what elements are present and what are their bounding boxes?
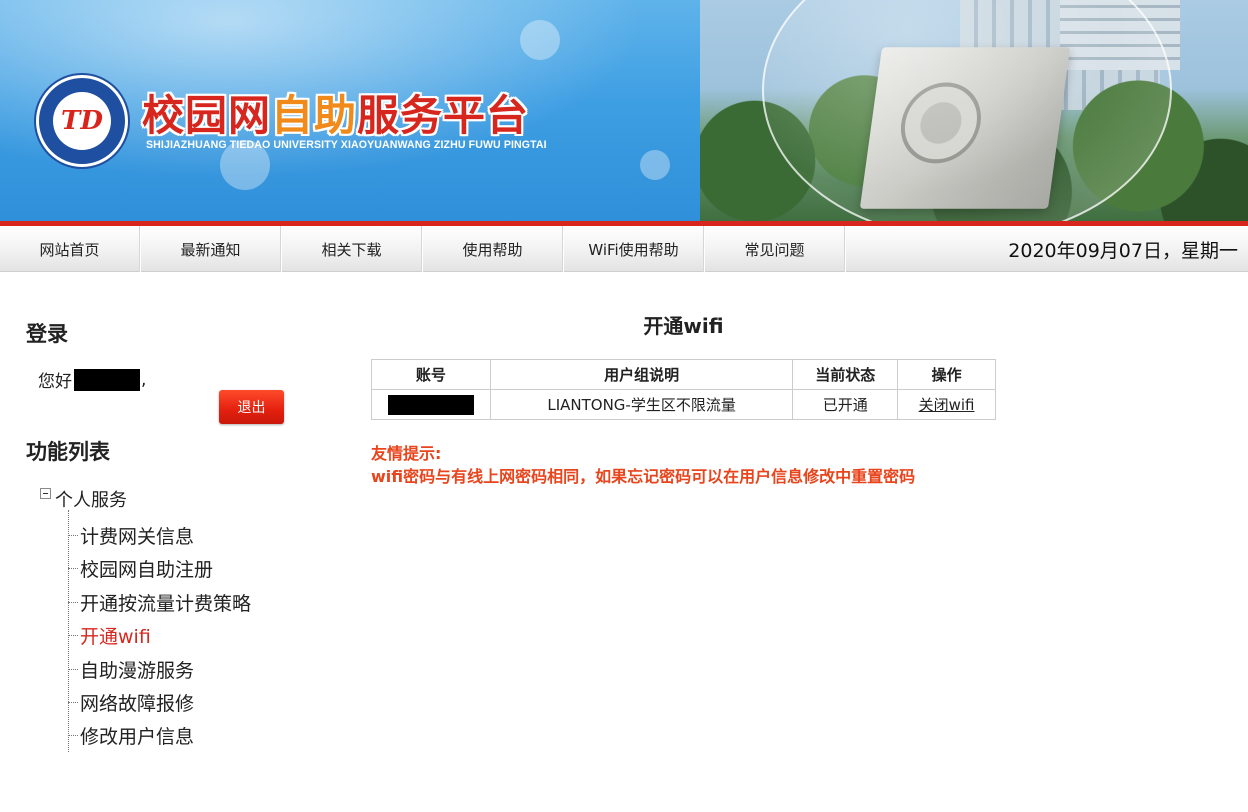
tree-collapse-icon[interactable] [40, 487, 51, 499]
tree-item-label: 计费网关信息 [80, 525, 195, 548]
tree-branch-line [68, 668, 78, 670]
logo-inner: TD [53, 92, 111, 150]
tree-branch-line [68, 567, 78, 569]
logout-button[interactable]: 退出 [219, 390, 284, 424]
cell-action: 关闭wifi [897, 389, 996, 420]
nav-notices[interactable]: 最新通知 [141, 226, 281, 272]
tip-text: wifi密码与有线上网密码相同，如果忘记密码可以在用户信息修改中重置密码 [371, 467, 916, 486]
redacted-account [387, 394, 474, 415]
tree-item-label: 开通wifi [80, 625, 151, 648]
tree-item-label: 修改用户信息 [80, 725, 195, 748]
tree-item-label: 自助漫游服务 [80, 659, 195, 682]
nav-home[interactable]: 网站首页 [0, 226, 140, 272]
nav-downloads[interactable]: 相关下载 [282, 226, 422, 272]
table-header-row: 账号 用户组说明 当前状态 操作 [371, 359, 996, 390]
main-nav: 网站首页 最新通知 相关下载 使用帮助 WiFi使用帮助 常见问题 2020年0… [0, 226, 1248, 272]
header-banner: TD 校园网自助服务平台 SHIJIAZHUANG TIEDAO UNIVERS… [0, 0, 1248, 222]
cell-status: 已开通 [792, 389, 899, 420]
col-header-account: 账号 [371, 359, 491, 390]
nav-faq[interactable]: 常见问题 [705, 226, 845, 272]
tree-item-edit-profile[interactable]: 修改用户信息 [68, 720, 194, 750]
glass-bubble [762, 0, 1172, 222]
close-wifi-link[interactable]: 关闭wifi [919, 396, 975, 414]
col-header-group: 用户组说明 [489, 359, 794, 390]
table-row: LIANTONG-学生区不限流量 已开通 关闭wifi [371, 389, 996, 420]
tree-item-traffic-policy[interactable]: 开通按流量计费策略 [68, 587, 251, 617]
tree-item-label: 开通按流量计费策略 [80, 592, 252, 615]
tree-item-label: 校园网自助注册 [80, 558, 214, 581]
cell-group: LIANTONG-学生区不限流量 [489, 389, 794, 420]
site-title-part: 服务平台 [357, 91, 530, 140]
col-header-action: 操作 [897, 359, 996, 390]
banner-bokeh [640, 150, 670, 180]
tree-root-label: 个人服务 [55, 490, 127, 511]
function-list-title: 功能列表 [26, 440, 110, 464]
tip-title: 友情提示: [371, 444, 442, 463]
tree-item-fault-report[interactable]: 网络故障报修 [68, 687, 194, 717]
tree-branch-line [68, 634, 78, 636]
cell-account [371, 389, 491, 420]
greeting-prefix: 您好 [38, 372, 72, 392]
function-tree: 个人服务 计费网关信息 校园网自助注册 开通按流量计费策略 开通wifi 自助漫… [40, 486, 330, 756]
tree-item-billing-gateway[interactable]: 计费网关信息 [68, 520, 194, 550]
page-title: 开通wifi [643, 314, 724, 338]
greeting: 您好 , [38, 367, 146, 392]
site-title-part: 自助 [271, 91, 358, 140]
col-header-status: 当前状态 [792, 359, 899, 390]
tree-item-self-register[interactable]: 校园网自助注册 [68, 553, 213, 583]
site-title-part: 校园网 [142, 91, 272, 140]
wifi-table: 账号 用户组说明 当前状态 操作 LIANTONG-学生区不限流量 已开通 关闭… [371, 359, 996, 420]
tree-branch-line [68, 601, 78, 603]
site-subtitle: SHIJIAZHUANG TIEDAO UNIVERSITY XIAOYUANW… [146, 139, 547, 151]
tree-item-label: 网络故障报修 [80, 692, 195, 715]
tree-branch-line [68, 701, 78, 703]
nav-wifi-help[interactable]: WiFi使用帮助 [564, 226, 704, 272]
tree-item-roaming[interactable]: 自助漫游服务 [68, 654, 194, 684]
tree-item-open-wifi[interactable]: 开通wifi [68, 620, 151, 650]
greeting-suffix: , [141, 369, 147, 390]
logo-mark: TD [61, 106, 103, 136]
nav-help[interactable]: 使用帮助 [423, 226, 563, 272]
login-title: 登录 [26, 322, 68, 346]
current-date: 2020年09月07日，星期一 [1008, 239, 1238, 262]
tree-root-personal-services[interactable]: 个人服务 [40, 486, 127, 512]
site-title: 校园网自助服务平台 [142, 82, 529, 143]
tree-branch-line [68, 534, 78, 536]
banner-bokeh [520, 20, 560, 60]
redacted-username [74, 368, 140, 391]
tree-branch-line [68, 734, 78, 736]
university-logo: TD [36, 75, 128, 167]
